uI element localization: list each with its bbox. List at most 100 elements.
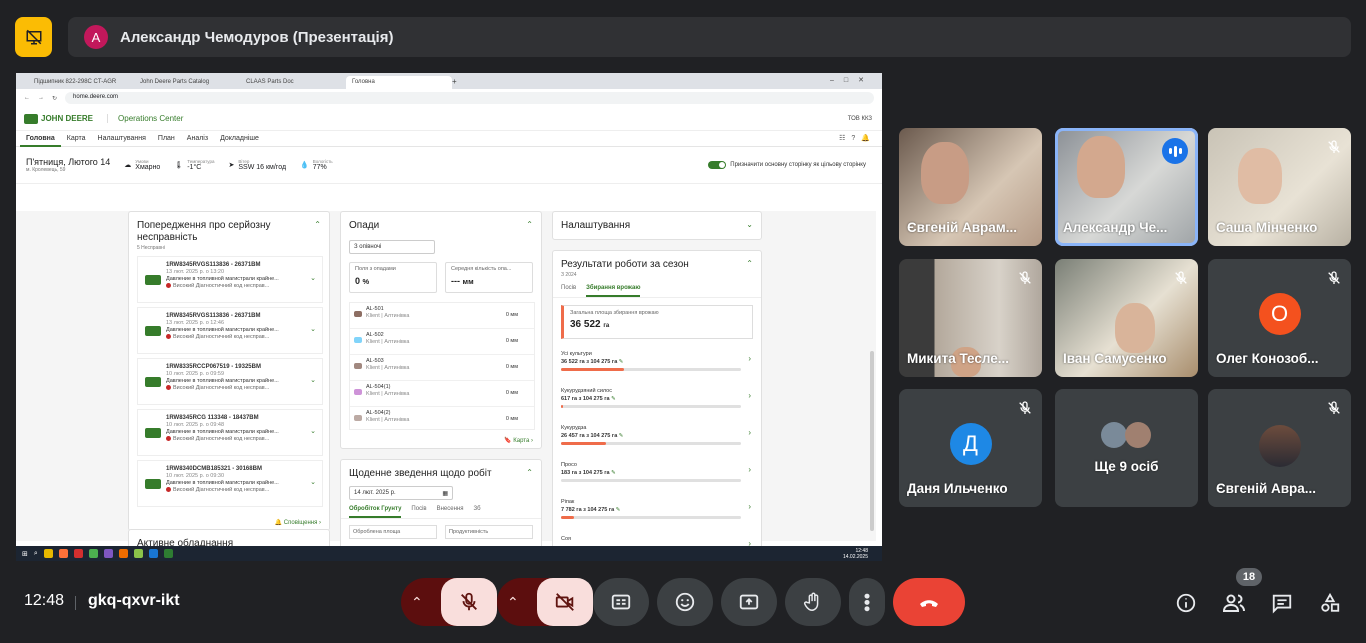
chevron-up-icon[interactable]: ⌃ [507, 594, 519, 611]
excel-icon[interactable] [163, 549, 173, 558]
tab-application[interactable]: Внесення [437, 506, 464, 518]
alert-item[interactable]: 1RW8335RCCP067519 - 19325BM 10 лют. 2025… [137, 358, 323, 405]
alert-item[interactable]: 1RW8345RVGS113836 - 26371BM 13 лют. 2025… [137, 256, 323, 303]
crop-row[interactable]: Кукурудзяний силос 617 га з 104 275 га ✎… [561, 383, 753, 420]
chevron-down-icon[interactable]: ⌄ [310, 377, 316, 384]
crop-row[interactable]: Просо 183 га з 104 275 га ✎ › [561, 457, 753, 494]
new-tab-button[interactable]: + [452, 76, 464, 89]
tab-tillage[interactable]: Обробіток Грунту [349, 506, 402, 518]
chevron-right-icon[interactable]: › [748, 503, 751, 511]
more-options-button[interactable]: ••• [849, 578, 885, 626]
settings-card[interactable]: Налаштування ⌄ [552, 211, 762, 240]
participant-tile[interactable]: О Олег Конозоб... [1208, 259, 1351, 377]
participant-tile[interactable]: Саша Мінченко [1208, 128, 1351, 246]
browser-tab[interactable]: CLAAS Parts Doc [240, 76, 346, 89]
chevron-down-icon[interactable]: ⌄ [310, 326, 316, 333]
windows-icon[interactable]: ⊞ [22, 550, 28, 558]
account-name[interactable]: ТОВ ККЗ [848, 116, 872, 122]
alert-item[interactable]: 1RW8345RCG 113348 - 18437BM 10 лют. 2025… [137, 409, 323, 456]
crop-row[interactable]: Кукурудза 26 457 га з 104 275 га ✎ › [561, 420, 753, 457]
page-scrollbar[interactable] [870, 351, 874, 531]
chevron-down-icon[interactable]: ⌄ [746, 220, 753, 229]
leave-call-button[interactable] [893, 578, 965, 626]
nav-analysis[interactable]: Аналіз [181, 131, 214, 147]
people-button[interactable] [1222, 591, 1246, 615]
url-field[interactable]: home.deere.com [65, 92, 874, 104]
raise-hand-button[interactable] [785, 578, 841, 626]
explorer-icon[interactable] [43, 549, 53, 558]
chevron-right-icon[interactable]: › [748, 429, 751, 437]
chevron-up-icon[interactable]: ⌃ [746, 259, 753, 268]
forward-icon[interactable]: → [38, 95, 44, 101]
participant-tile[interactable]: Микита Тесле... [899, 259, 1042, 377]
participant-tile[interactable]: Іван Самусенко [1055, 259, 1198, 377]
participant-tile[interactable]: Д Даня Ильченко [899, 389, 1042, 507]
meeting-info-button[interactable] [1174, 591, 1198, 615]
nav-more[interactable]: Докладніше [214, 131, 265, 147]
activities-button[interactable] [1318, 591, 1342, 615]
alert-item[interactable]: 1RW8345RVGS113836 - 26371BM 13 лют. 2025… [137, 307, 323, 354]
nav-plan[interactable]: План [152, 131, 181, 147]
chat-button[interactable] [1270, 591, 1294, 615]
chrome-icon[interactable] [88, 549, 98, 558]
participant-tile[interactable]: Євгеній Авра... [1208, 389, 1351, 507]
browser-tab[interactable]: John Deere Parts Catalog [134, 76, 240, 89]
chevron-down-icon[interactable]: ⌄ [310, 479, 316, 486]
jd-logo[interactable]: JOHN DEERE [24, 113, 93, 124]
viber-icon[interactable] [103, 549, 113, 558]
mic-toggle-button[interactable] [441, 578, 497, 626]
field-row[interactable]: AL-501 Klient | Алтинівка 0 мм [350, 303, 534, 329]
period-select[interactable]: З опівночі [349, 240, 435, 254]
app-icon[interactable] [133, 549, 143, 558]
crop-row[interactable]: Усі культури 36 522 га з 104 275 га ✎ › [561, 346, 753, 383]
back-icon[interactable]: ← [24, 95, 30, 101]
browser-tab-active[interactable]: Головна [346, 76, 452, 89]
app-icon[interactable] [148, 549, 158, 558]
search-icon[interactable]: ⌕ [34, 550, 38, 558]
stop-presenting-button[interactable] [15, 17, 52, 57]
field-row[interactable]: AL-504(2) Klient | Алтинівка 0 мм [350, 407, 534, 429]
toggle-switch[interactable] [708, 161, 727, 169]
reactions-button[interactable] [657, 578, 713, 626]
chevron-right-icon[interactable]: › [748, 466, 751, 474]
reload-icon[interactable]: ↻ [52, 95, 57, 102]
crop-row[interactable]: Ріпак 7 782 га з 104 275 га ✎ › [561, 494, 753, 531]
firefox-icon[interactable] [58, 549, 68, 558]
present-button[interactable] [721, 578, 777, 626]
opera-icon[interactable] [73, 549, 83, 558]
map-link[interactable]: 🔖 Карта › [504, 437, 533, 444]
chevron-up-icon[interactable]: ⌃ [526, 468, 533, 477]
nav-settings[interactable]: Налаштування [92, 131, 152, 147]
tab-sowing[interactable]: Посів [561, 285, 576, 297]
browser-tab[interactable]: Підшипник 822-298С CT-АGR [28, 76, 134, 89]
notifications-link[interactable]: 🔔 Сповіщення › [275, 519, 321, 526]
chevron-right-icon[interactable]: › [748, 392, 751, 400]
app-icon[interactable] [118, 549, 128, 558]
participant-tile[interactable]: Євгеній Аврам... [899, 128, 1042, 246]
nav-map[interactable]: Карта [61, 131, 92, 147]
field-row[interactable]: AL-504(1) Klient | Алтинівка 0 мм [350, 381, 534, 407]
chevron-up-icon[interactable]: ⌃ [411, 594, 423, 611]
date-input[interactable]: 14 лют. 2025 р. ▦ [349, 486, 453, 500]
nav-icons[interactable]: ☷?🔔 [839, 134, 876, 142]
alert-item[interactable]: 1RW8340DCMB185321 - 30168BM 10 лют. 2025… [137, 460, 323, 507]
meeting-code[interactable]: gkq-qxvr-ikt [88, 592, 180, 610]
window-controls[interactable]: –□✕ [830, 76, 874, 84]
chevron-up-icon[interactable]: ⌃ [526, 220, 533, 229]
chevron-down-icon[interactable]: ⌄ [310, 275, 316, 282]
mic-control-group: ⌃ [401, 578, 497, 626]
tab-harvest[interactable]: Зб [473, 506, 480, 518]
field-row[interactable]: AL-502 Klient | Алтинівка 0 мм [350, 329, 534, 355]
field-row[interactable]: AL-503 Klient | Алтинівка 0 мм [350, 355, 534, 381]
captions-button[interactable] [593, 578, 649, 626]
tab-seeding[interactable]: Посів [411, 506, 426, 518]
chevron-right-icon[interactable]: › [748, 355, 751, 363]
participant-tile[interactable]: Ще 9 осіб [1055, 389, 1198, 507]
chevron-up-icon[interactable]: ⌃ [314, 220, 321, 229]
camera-toggle-button[interactable] [537, 578, 593, 626]
landing-page-toggle[interactable]: Призначити основну сторінку як цільову с… [708, 161, 866, 169]
participant-tile[interactable]: Александр Че... [1055, 128, 1198, 246]
chevron-down-icon[interactable]: ⌄ [310, 428, 316, 435]
nav-home[interactable]: Головна [20, 131, 61, 147]
tab-harvesting[interactable]: Збирання врожаю [586, 285, 641, 297]
